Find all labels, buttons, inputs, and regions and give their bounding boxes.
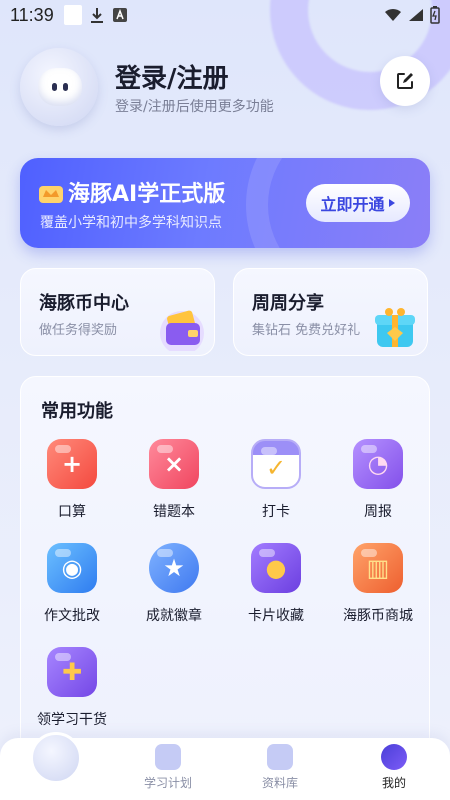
camera-icon: ◉ bbox=[47, 543, 97, 593]
status-time: 11:39 bbox=[10, 4, 54, 25]
gift-box-icon bbox=[375, 308, 415, 347]
function-study-materials[interactable]: ✚ 领学习干货 bbox=[21, 647, 123, 737]
vip-title: 海豚AI学正式版 bbox=[68, 182, 226, 207]
tab-label: 资料库 bbox=[261, 776, 298, 790]
wifi-icon bbox=[385, 8, 401, 21]
card-title: 海豚币中心 bbox=[39, 293, 129, 314]
function-label: 成就徽章 bbox=[146, 608, 202, 624]
tab-label: 我的 bbox=[381, 776, 406, 790]
edit-button[interactable] bbox=[380, 56, 430, 106]
login-register-link[interactable]: 登录/注册 bbox=[115, 58, 229, 95]
status-bar: 11:39 bbox=[0, 0, 450, 30]
card-subtitle: 集钻石 免费兑好礼 bbox=[252, 323, 361, 338]
report-icon: ◔ bbox=[353, 439, 403, 489]
function-label: 口算 bbox=[58, 504, 86, 520]
function-label: 领学习干货 bbox=[37, 712, 107, 728]
bookmark-icon bbox=[155, 744, 181, 770]
home-avatar-tab[interactable] bbox=[30, 732, 82, 784]
card-subtitle: 做任务得奖励 bbox=[39, 323, 118, 338]
tab-study-plan[interactable]: 学习计划 bbox=[128, 744, 208, 791]
crown-icon bbox=[39, 186, 63, 203]
function-mistake-book[interactable]: × 错题本 bbox=[123, 439, 225, 529]
function-check-in[interactable]: ✓ 打卡 bbox=[225, 439, 327, 529]
gift-icon: ✚ bbox=[47, 647, 97, 697]
vip-subtitle: 覆盖小学和初中多学科知识点 bbox=[40, 215, 222, 231]
wallet-icon bbox=[160, 310, 204, 351]
card-title: 周周分享 bbox=[252, 293, 324, 314]
battery-icon bbox=[430, 6, 440, 24]
activate-now-label: 立即开通 bbox=[320, 195, 385, 214]
store-icon: ▥ bbox=[353, 543, 403, 593]
function-oral-calc[interactable]: + 口算 bbox=[21, 439, 123, 529]
function-label: 打卡 bbox=[262, 504, 290, 520]
function-label: 卡片收藏 bbox=[248, 608, 304, 624]
login-subtitle: 登录/注册后使用更多功能 bbox=[115, 99, 274, 115]
plus-icon: + bbox=[47, 439, 97, 489]
bottom-tab-bar: 学习计划 资料库 我的 bbox=[0, 732, 450, 800]
download-icon bbox=[90, 8, 103, 23]
profile-icon bbox=[381, 744, 407, 770]
function-card-collection[interactable]: ● 卡片收藏 bbox=[225, 543, 327, 633]
tab-label: 学习计划 bbox=[143, 776, 192, 790]
function-label: 作文批改 bbox=[44, 608, 100, 624]
edit-icon bbox=[397, 73, 413, 89]
signal-icon bbox=[409, 9, 423, 21]
function-label: 错题本 bbox=[153, 504, 195, 520]
play-arrow-icon bbox=[388, 199, 395, 207]
function-weekly-report[interactable]: ◔ 周报 bbox=[327, 439, 429, 529]
function-achievement-badges[interactable]: ★ 成就徽章 bbox=[123, 543, 225, 633]
cross-icon: × bbox=[149, 439, 199, 489]
vip-banner[interactable]: 海豚AI学正式版 覆盖小学和初中多学科知识点 立即开通 bbox=[20, 158, 430, 248]
dolphin-coin-center-card[interactable]: 海豚币中心 做任务得奖励 bbox=[20, 268, 215, 356]
a-letter-icon bbox=[112, 8, 127, 22]
avatar[interactable] bbox=[20, 48, 98, 126]
badge-icon: ★ bbox=[149, 543, 199, 593]
tab-library[interactable]: 资料库 bbox=[240, 744, 320, 791]
profile-header: 登录/注册 登录/注册后使用更多功能 bbox=[20, 48, 430, 128]
function-label: 海豚币商城 bbox=[343, 608, 413, 624]
robot-face-icon bbox=[38, 68, 82, 106]
star-folder-icon bbox=[267, 744, 293, 770]
function-coin-store[interactable]: ▥ 海豚币商城 bbox=[327, 543, 429, 633]
section-title: 常用功能 bbox=[41, 401, 113, 422]
function-label: 周报 bbox=[364, 504, 392, 520]
calendar-check-icon: ✓ bbox=[251, 439, 301, 489]
tab-mine[interactable]: 我的 bbox=[354, 744, 434, 791]
card-icon: ● bbox=[251, 543, 301, 593]
weekly-share-card[interactable]: 周周分享 集钻石 免费兑好礼 bbox=[233, 268, 428, 356]
notification-icon bbox=[63, 5, 82, 25]
common-functions-panel: 常用功能 + 口算 × 错题本 ✓ 打卡 ◔ 周报 ◉ 作文批改 ★ 成就徽章 … bbox=[20, 376, 430, 756]
function-essay-correction[interactable]: ◉ 作文批改 bbox=[21, 543, 123, 633]
activate-now-button[interactable]: 立即开通 bbox=[306, 184, 410, 222]
